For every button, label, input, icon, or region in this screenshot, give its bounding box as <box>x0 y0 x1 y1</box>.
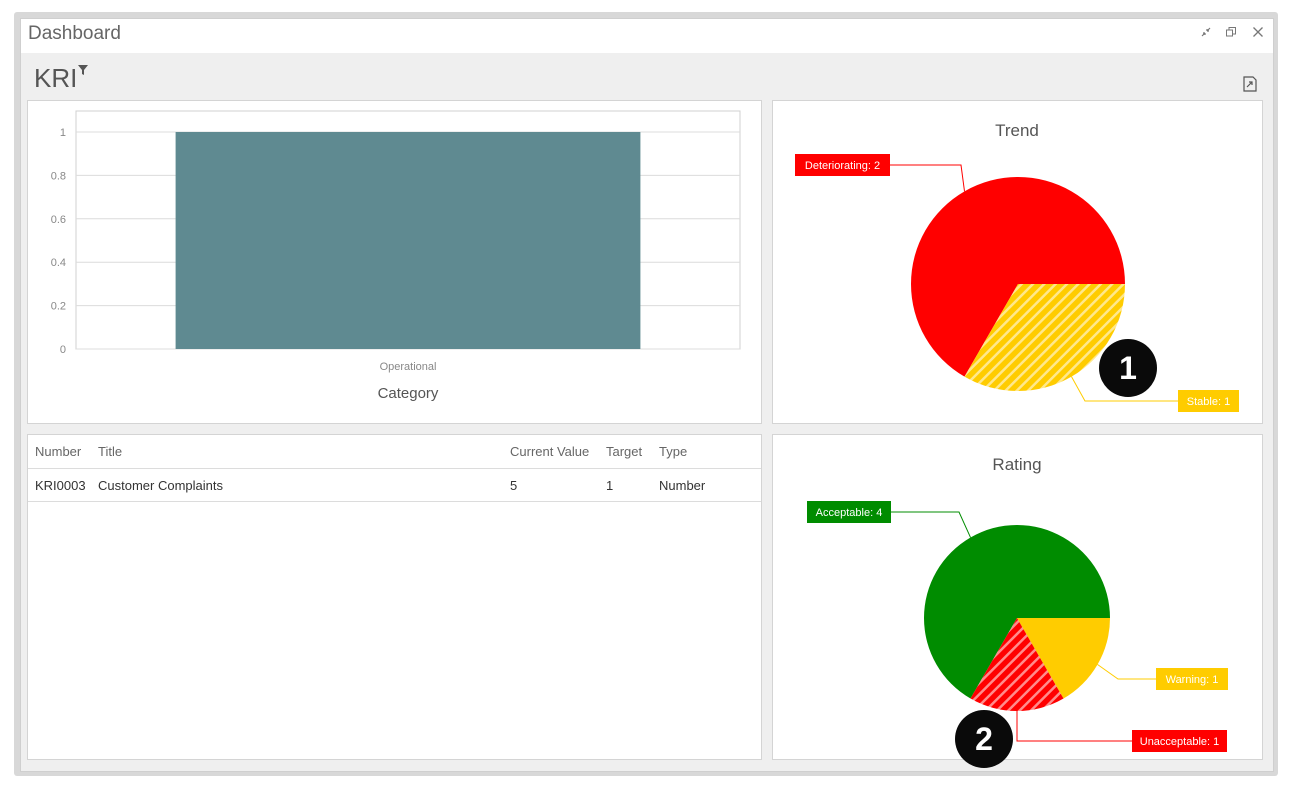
slice-label-leader <box>1016 711 1132 742</box>
close-icon[interactable] <box>1249 25 1267 41</box>
slice-label-leader <box>1097 664 1156 680</box>
trend-pie-chart: Trend Deteriorating: 2 Stable: 1 <box>795 121 1239 412</box>
rating-pie-chart: Rating Acceptable: 4 Warning: 1 Unacceptabl… <box>807 455 1228 752</box>
filter-icon[interactable] <box>78 65 88 78</box>
callout-badge-2: 2 <box>955 710 1013 768</box>
callout-badge-1: 1 <box>1099 339 1157 397</box>
slice-label-leader <box>890 164 965 192</box>
cell-current-value: 5 <box>510 468 606 502</box>
slice-label: Stable: 1 <box>1187 396 1230 408</box>
slice-label-leader <box>891 511 971 538</box>
export-icon[interactable] <box>1242 76 1258 92</box>
y-tick-label: 0 <box>60 344 66 356</box>
restore-icon[interactable] <box>1222 25 1240 41</box>
column-header-target[interactable]: Target <box>606 435 659 469</box>
x-axis-title: Category <box>378 385 439 402</box>
table-row[interactable]: KRI0003 Customer Complaints 5 1 Number <box>28 468 761 502</box>
y-tick-label: 1 <box>60 127 66 139</box>
kri-table: Number Title Current Value Target Type K… <box>28 435 761 502</box>
category-bar-chart-panel: 0 0.2 0.4 0.6 0.8 1 Operational Category <box>27 100 762 424</box>
table-header-row: Number Title Current Value Target Type <box>28 435 761 469</box>
trend-pie-panel: Trend Deteriorating: 2 Stable: 1 <box>772 100 1263 424</box>
y-tick-label: 0.6 <box>51 214 66 226</box>
column-header-number[interactable]: Number <box>28 435 98 469</box>
x-tick-label: Operational <box>380 361 437 373</box>
dashboard-title: KRI <box>34 63 78 93</box>
collapse-icon[interactable] <box>1197 25 1215 41</box>
slice-label: Deteriorating: 2 <box>805 160 880 172</box>
chart-title: Trend <box>995 121 1039 140</box>
cell-number: KRI0003 <box>28 468 98 502</box>
rating-pie-panel: Rating Acceptable: 4 Warning: 1 Unacceptabl… <box>772 434 1263 760</box>
slice-label: Warning: 1 <box>1166 674 1219 686</box>
y-tick-label: 0.4 <box>51 257 66 269</box>
column-header-type[interactable]: Type <box>659 435 761 469</box>
slice-label: Unacceptable: 1 <box>1140 736 1220 748</box>
cell-type: Number <box>659 468 761 502</box>
column-header-title[interactable]: Title <box>98 435 510 469</box>
window-titlebar: Dashboard <box>21 19 1273 53</box>
chart-title: Rating <box>992 455 1041 474</box>
y-tick-label: 0.2 <box>51 301 66 313</box>
cell-title: Customer Complaints <box>98 468 510 502</box>
window-title: Dashboard <box>28 23 121 44</box>
cell-target: 1 <box>606 468 659 502</box>
dashboard-window: Dashboard KRI 0 0.2 0.4 0.6 0.8 1 Operational C… <box>20 18 1274 772</box>
slice-label: Acceptable: 4 <box>816 507 883 519</box>
column-header-current-value[interactable]: Current Value <box>510 435 606 469</box>
y-tick-label: 0.8 <box>51 170 66 182</box>
category-bar-chart: 0 0.2 0.4 0.6 0.8 1 Operational Category <box>51 110 741 402</box>
kri-table-panel: Number Title Current Value Target Type K… <box>27 434 762 760</box>
bar[interactable] <box>175 132 641 349</box>
